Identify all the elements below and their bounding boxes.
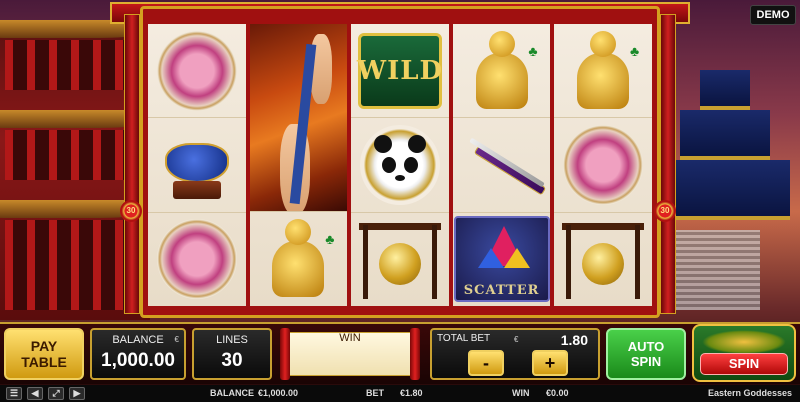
snake-symbol (563, 124, 644, 205)
status-win-label: WIN (512, 388, 530, 398)
pay-table-label-line2: TABLE (21, 354, 67, 370)
balance-value: 1,000.00 (101, 350, 175, 371)
reel-1-cell-1 (148, 24, 246, 119)
frame-pillar-right (660, 14, 676, 314)
scatter-symbol: SCATTER (453, 216, 550, 303)
pay-table-button[interactable]: PAY TABLE (4, 328, 84, 380)
lines-value: 30 (221, 350, 243, 371)
total-bet-value: 1.80 (560, 332, 588, 348)
auto-spin-button[interactable]: AUTO SPIN (606, 328, 686, 380)
status-bar: ☰ ◀ ⤢ ▶ BALANCE €1,000.00 BET €1.80 WIN … (0, 385, 800, 402)
reel-5-cell-2 (554, 118, 652, 213)
status-bet-label: BET (366, 388, 384, 398)
temple-tier (680, 110, 770, 160)
wild-symbol: WILD (357, 32, 442, 109)
balance-label: BALANCE (112, 334, 164, 346)
reel-5: ♣ (554, 24, 652, 306)
total-bet-label: TOTAL BET (437, 333, 491, 344)
status-balance-value: €1,000.00 (258, 388, 299, 398)
buddha-symbol: ♣ (472, 30, 538, 111)
demo-badge: DEMO (750, 5, 796, 25)
total-bet-display: TOTAL BET € 1.80 - + (430, 328, 600, 380)
reel-1 (148, 24, 246, 306)
auto-spin-label-line1: AUTO (627, 339, 665, 354)
status-bet-value: €1.80 (400, 388, 423, 398)
sword-symbol (460, 130, 546, 200)
spin-button[interactable]: SPIN (692, 324, 796, 382)
menu-icon[interactable]: ☰ (6, 387, 22, 400)
spin-label: SPIN (700, 353, 788, 375)
lines-medal-left: 30 (120, 200, 142, 222)
urn-symbol (157, 125, 237, 205)
reel-5-cell-3 (554, 213, 652, 306)
buddha-symbol: ♣ (573, 30, 639, 111)
buddha-symbol: ♣ (268, 219, 334, 299)
snake-symbol (156, 30, 237, 111)
reel-4: ♣ SCATTER (452, 24, 551, 306)
bet-plus-button[interactable]: + (532, 350, 568, 376)
temple-tier (660, 160, 790, 220)
win-display: WIN (280, 328, 420, 380)
lines-label: LINES (216, 334, 248, 346)
win-label: WIN (339, 332, 361, 344)
dragon-icon (702, 330, 786, 354)
total-bet-currency: € (514, 335, 519, 344)
reel-4-cell-1: ♣ (452, 24, 551, 119)
gong-symbol (562, 219, 645, 300)
balance-currency: € (174, 335, 179, 344)
snake-symbol (156, 219, 237, 300)
auto-spin-label-line2: SPIN (630, 354, 662, 369)
sound-icon[interactable]: ◀ (27, 387, 43, 400)
gong-symbol (358, 219, 441, 300)
reel-2: ♣ (249, 24, 348, 306)
reel-3-cell-3 (351, 213, 449, 306)
game-name: Eastern Goddesses (707, 388, 792, 398)
frame-pillar-left (124, 14, 140, 314)
play-icon[interactable]: ▶ (69, 387, 85, 400)
reel-4-cell-2 (452, 118, 551, 213)
lines-display: LINES 30 (192, 328, 272, 380)
lines-medal-right: 30 (654, 200, 676, 222)
panda-symbol (359, 124, 440, 205)
status-win-value: €0.00 (546, 388, 569, 398)
reel-2-cell-1 (249, 24, 348, 213)
reel-3-cell-2 (351, 118, 449, 213)
reel-1-cell-3 (148, 213, 246, 306)
pay-table-label-line1: PAY (30, 338, 58, 354)
reel-2-cell-3: ♣ (250, 212, 348, 306)
reels-area: ♣ WILD ♣ SCATTER ♣ (148, 24, 652, 306)
control-bar: PAY TABLE BALANCE € 1,000.00 LINES 30 WI… (0, 322, 800, 384)
goddess-symbol (249, 24, 348, 212)
bet-minus-button[interactable]: - (468, 350, 504, 376)
scatter-label: SCATTER (463, 283, 540, 299)
reel-3: WILD (351, 24, 449, 306)
reel-1-cell-2 (148, 118, 246, 213)
fullscreen-icon[interactable]: ⤢ (48, 387, 64, 400)
reel-3-cell-1: WILD (351, 24, 449, 119)
status-balance-label: BALANCE (210, 388, 254, 398)
reel-4-cell-3: SCATTER (453, 213, 551, 306)
reel-5-cell-1: ♣ (554, 24, 652, 119)
balance-display: BALANCE € 1,000.00 (90, 328, 186, 380)
temple-tier (700, 70, 750, 110)
